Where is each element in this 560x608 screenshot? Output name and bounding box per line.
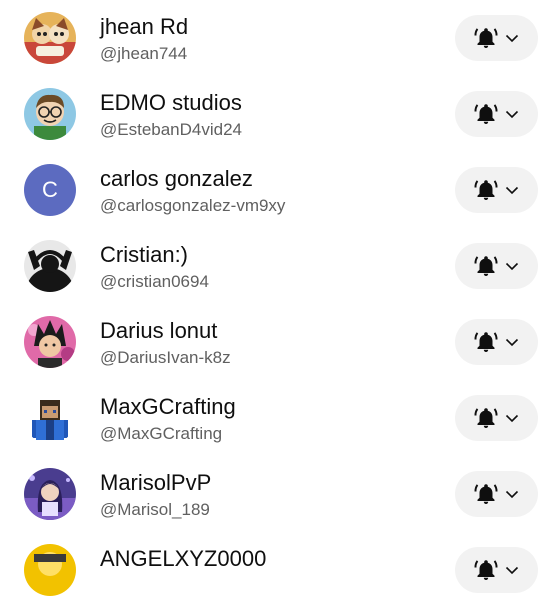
- notification-settings-button[interactable]: [455, 243, 538, 289]
- channel-name[interactable]: carlos gonzalez: [100, 166, 253, 192]
- channel-handle: @cristian0694: [100, 272, 209, 291]
- channel-avatar[interactable]: [24, 12, 76, 64]
- subscriptions-list: jhean Rd @jhean744 EDMO studios @Esteban…: [0, 0, 560, 596]
- bell-filled-icon: [474, 256, 498, 276]
- channel-handle: @carlosgonzalez-vm9xy: [100, 196, 286, 215]
- chevron-down-icon: [505, 262, 519, 271]
- channel-avatar[interactable]: [24, 316, 76, 368]
- channel-avatar[interactable]: [24, 544, 76, 596]
- chevron-down-icon: [505, 186, 519, 195]
- channel-avatar[interactable]: [24, 240, 76, 292]
- bell-filled-icon: [474, 408, 498, 428]
- bell-filled-icon: [474, 180, 498, 200]
- notification-settings-button[interactable]: [455, 547, 538, 593]
- channel-row-edmo-studios[interactable]: EDMO studios @EstebanD4vid24: [0, 76, 560, 152]
- notification-settings-button[interactable]: [455, 91, 538, 137]
- bell-filled-icon: [474, 28, 498, 48]
- channel-handle: @EstebanD4vid24: [100, 120, 243, 139]
- channel-row-carlos-gonzalez[interactable]: C carlos gonzalez @carlosgonzalez-vm9xy: [0, 152, 560, 228]
- channel-avatar[interactable]: [24, 88, 76, 140]
- bell-filled-icon: [474, 332, 498, 352]
- channel-handle: @MaxGCrafting: [100, 424, 223, 443]
- channel-name[interactable]: Darius lonut: [100, 318, 217, 344]
- channel-name[interactable]: EDMO studios: [100, 90, 242, 116]
- channel-row-darius-lonut[interactable]: Darius lonut @DariusIvan-k8z: [0, 304, 560, 380]
- notification-settings-button[interactable]: [455, 15, 538, 61]
- channel-row-marisolpvp[interactable]: MarisolPvP @Marisol_189: [0, 456, 560, 532]
- channel-name[interactable]: jhean Rd: [100, 14, 188, 40]
- channel-name[interactable]: MarisolPvP: [100, 470, 211, 496]
- channel-name[interactable]: ANGELXYZ0000: [100, 546, 266, 572]
- channel-row-cristian[interactable]: Cristian:) @cristian0694: [0, 228, 560, 304]
- channel-avatar[interactable]: [24, 392, 76, 444]
- chevron-down-icon: [505, 110, 519, 119]
- channel-row-maxgcrafting[interactable]: MaxGCrafting @MaxGCrafting: [0, 380, 560, 456]
- channel-handle: @Marisol_189: [100, 500, 210, 519]
- channel-handle: @jhean744: [100, 44, 188, 63]
- channel-name[interactable]: Cristian:): [100, 242, 188, 268]
- bell-filled-icon: [474, 484, 498, 504]
- notification-settings-button[interactable]: [455, 319, 538, 365]
- chevron-down-icon: [505, 490, 519, 499]
- bell-filled-icon: [474, 560, 498, 580]
- channel-row-jhean[interactable]: jhean Rd @jhean744: [0, 0, 560, 76]
- channel-name[interactable]: MaxGCrafting: [100, 394, 236, 420]
- chevron-down-icon: [505, 34, 519, 43]
- avatar-letter: C: [42, 177, 58, 202]
- channel-row-angelxyz0000[interactable]: ANGELXYZ0000: [0, 532, 560, 608]
- notification-settings-button[interactable]: [455, 167, 538, 213]
- notification-settings-button[interactable]: [455, 471, 538, 517]
- chevron-down-icon: [505, 414, 519, 423]
- chevron-down-icon: [505, 566, 519, 575]
- channel-avatar[interactable]: C: [24, 164, 76, 216]
- chevron-down-icon: [505, 338, 519, 347]
- channel-avatar[interactable]: [24, 468, 76, 520]
- channel-handle: @DariusIvan-k8z: [100, 348, 231, 367]
- notification-settings-button[interactable]: [455, 395, 538, 441]
- bell-filled-icon: [474, 104, 498, 124]
